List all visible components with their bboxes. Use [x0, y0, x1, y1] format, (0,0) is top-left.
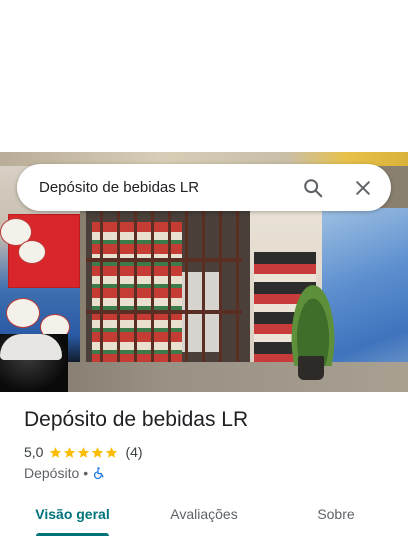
star-icon [78, 446, 90, 458]
close-icon-glyph [356, 180, 370, 195]
active-tab-indicator [36, 533, 109, 536]
tab-reviews[interactable]: Avaliações [150, 492, 258, 536]
tab-overview[interactable]: Visão geral [24, 492, 121, 536]
photo-plant [288, 276, 338, 366]
review-count[interactable]: (4) [125, 444, 142, 460]
photo-trash-bag-top [0, 334, 62, 360]
wheelchair-icon [94, 467, 104, 480]
photo-price-sticker [6, 298, 40, 328]
search-icon[interactable] [295, 170, 331, 206]
rating-row[interactable]: 5,0 (4) [24, 444, 143, 460]
category-row: Depósito • [24, 465, 105, 481]
star-icon [106, 446, 118, 458]
photo-plant-pot [298, 356, 324, 380]
rating-value: 5,0 [24, 444, 44, 460]
place-title: Depósito de bebidas LR [24, 408, 249, 431]
place-details-page: Depósito de bebidas LR Depósito de bebid… [0, 0, 408, 544]
photo-price-sticker [18, 240, 46, 264]
search-query[interactable]: Depósito de bebidas LR [39, 179, 295, 196]
star-icon [92, 446, 104, 458]
search-icon-glyph [304, 178, 323, 197]
star-icon [50, 446, 62, 458]
place-category: Depósito [24, 465, 80, 481]
place-tabs: Visão geral Avaliações Sobre [0, 492, 408, 544]
tab-about[interactable]: Sobre [296, 492, 376, 536]
search-bar[interactable]: Depósito de bebidas LR [17, 164, 391, 211]
category-separator: • [83, 465, 89, 481]
close-icon[interactable] [345, 170, 381, 206]
star-icon [64, 446, 76, 458]
rating-stars [49, 446, 119, 459]
photo-iron-grate [86, 210, 242, 370]
